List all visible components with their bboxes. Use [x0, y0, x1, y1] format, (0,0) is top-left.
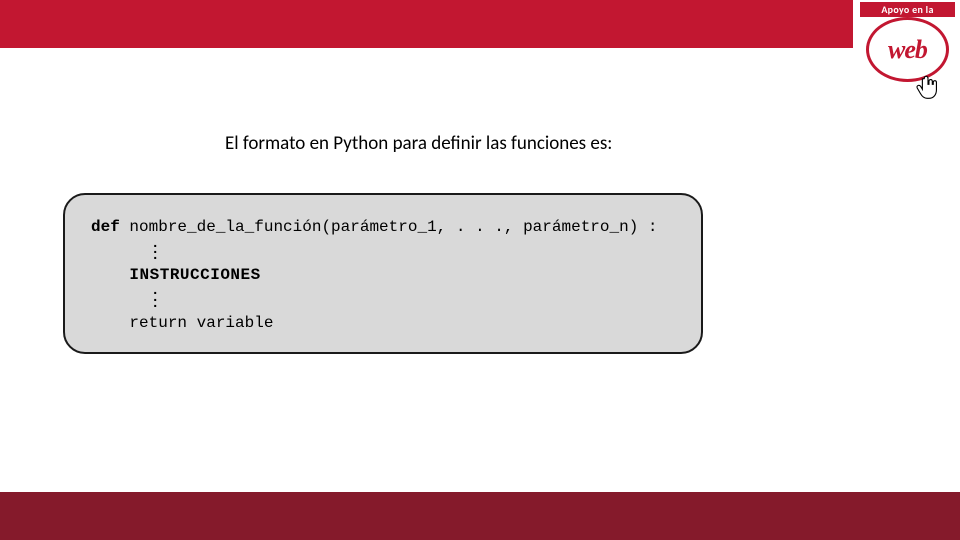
return-variable: variable — [187, 314, 273, 332]
function-signature: nombre_de_la_función(parámetro_1, . . .,… — [120, 218, 658, 236]
logo: Apoyo en la web — [860, 2, 955, 100]
web-logo-text: web — [888, 35, 927, 65]
header-bar — [0, 0, 853, 48]
footer-bar — [0, 492, 960, 540]
web-logo: web — [866, 17, 949, 100]
logo-top-text: Apoyo en la — [860, 2, 955, 17]
keyword-return: return — [129, 314, 187, 332]
code-line-instrucciones: INSTRUCCIONES — [91, 265, 675, 287]
keyword-def: def — [91, 218, 120, 236]
code-instrucciones: INSTRUCCIONES — [129, 266, 260, 284]
page-title: El formato en Python para definir las fu… — [225, 132, 612, 155]
code-block: def nombre_de_la_función(parámetro_1, . … — [63, 193, 703, 354]
vertical-ellipsis-icon: ... — [151, 288, 159, 307]
code-line-return: return variable — [91, 313, 675, 335]
vertical-ellipsis-icon: ... — [151, 241, 159, 260]
code-line-def: def nombre_de_la_función(parámetro_1, . … — [91, 217, 675, 239]
cursor-hand-icon — [913, 73, 943, 103]
